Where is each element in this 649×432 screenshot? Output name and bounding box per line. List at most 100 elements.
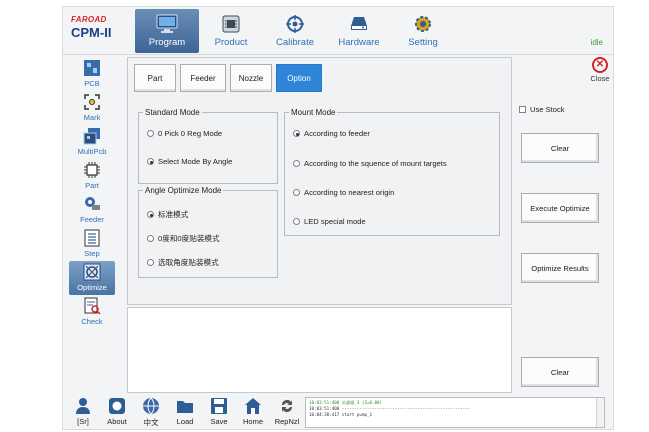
sidebar-item-optimize-label: Optimize — [77, 283, 107, 292]
user-icon — [72, 395, 94, 417]
option-label: According to feeder — [304, 129, 370, 138]
mount-mode-option-led[interactable]: LED special mode — [293, 217, 366, 226]
checkbox[interactable] — [519, 106, 526, 113]
board-icon — [219, 12, 243, 36]
sidebar-item-mark[interactable]: Mark — [69, 91, 115, 125]
angle-mode-option-select-angle[interactable]: 选取角度贴装模式 — [147, 257, 219, 268]
option-label: 标准模式 — [158, 210, 189, 219]
close-label: Close — [590, 74, 610, 83]
monitor-icon — [155, 12, 179, 36]
replace-nozzle-icon — [276, 395, 298, 417]
language-icon — [140, 395, 162, 417]
chip-icon — [81, 159, 103, 181]
nav-setting[interactable]: Setting — [391, 9, 455, 53]
radio-button-selected[interactable] — [293, 130, 300, 137]
radio-button[interactable] — [147, 235, 154, 242]
option-panel: Part Feeder Nozzle Option Standard Mode … — [127, 57, 512, 305]
result-log-area[interactable] — [127, 307, 512, 393]
load-button[interactable]: Load — [169, 395, 201, 428]
about-button[interactable]: About — [101, 395, 133, 428]
option-label: LED special mode — [304, 217, 366, 226]
radio-button[interactable] — [293, 189, 300, 196]
radio-button[interactable] — [147, 130, 154, 137]
sidebar-item-optimize[interactable]: Optimize — [69, 261, 115, 295]
drive-icon — [347, 12, 371, 36]
sidebar-item-feeder-label: Feeder — [80, 215, 104, 224]
radio-button-selected[interactable] — [147, 158, 154, 165]
nav-hardware-label: Hardware — [338, 37, 380, 48]
info-icon — [106, 395, 128, 417]
angle-optimize-mode-title: Angle Optimize Mode — [145, 186, 222, 195]
nav-program[interactable]: Program — [135, 9, 199, 53]
home-button[interactable]: Home — [237, 395, 269, 428]
sidebar-item-check[interactable]: Check — [69, 295, 115, 329]
tab-feeder[interactable]: Feeder — [180, 64, 226, 92]
mount-mode-option-feeder[interactable]: According to feeder — [293, 129, 370, 138]
nav-hardware[interactable]: Hardware — [327, 9, 391, 53]
optimize-results-button[interactable]: Optimize Results — [521, 253, 599, 283]
standard-mode-title: Standard Mode — [145, 108, 200, 117]
sub-tabs: Part Feeder Nozzle Option — [134, 64, 322, 92]
list-icon — [81, 227, 103, 249]
top-nav: Program Product Calibrate Hardware Setti… — [135, 9, 455, 53]
mount-mode-group: Mount Mode According to feeder According… — [284, 108, 500, 236]
option-label: 0度和0度贴装模式 — [158, 234, 220, 243]
mount-mode-option-sequence[interactable]: According to the squence of mount target… — [293, 159, 447, 168]
standard-mode-option-0-pick[interactable]: 0 Pick 0 Reg Mode — [147, 129, 222, 138]
radio-button[interactable] — [293, 218, 300, 225]
tab-nozzle[interactable]: Nozzle — [230, 64, 272, 92]
nav-product[interactable]: Product — [199, 9, 263, 53]
console-scrollbar[interactable] — [596, 398, 604, 427]
about-label: About — [107, 417, 127, 426]
angle-mode-option-zero-degree[interactable]: 0度和0度贴装模式 — [147, 233, 220, 244]
mount-mode-title: Mount Mode — [291, 108, 336, 117]
replace-nozzle-button[interactable]: RepNzl — [271, 395, 303, 428]
brand-logo: FAROAD CPM-II — [63, 7, 121, 51]
sidebar-item-part-label: Part — [85, 181, 99, 190]
home-label: Home — [242, 417, 263, 426]
console-line: 10:04:38:417 start pump_1 — [309, 412, 373, 417]
option-label: Select Mode By Angle — [158, 157, 233, 166]
angle-mode-option-standard[interactable]: 标准模式 — [147, 209, 188, 220]
sidebar-item-feeder[interactable]: Feeder — [69, 193, 115, 227]
load-label: Load — [176, 417, 194, 426]
nav-setting-label: Setting — [408, 37, 438, 48]
radio-button-selected[interactable] — [147, 211, 154, 218]
mount-mode-option-nearest-origin[interactable]: According to nearest origin — [293, 188, 394, 197]
tab-option[interactable]: Option — [276, 64, 322, 92]
clear-button[interactable]: Clear — [521, 133, 599, 163]
tab-part[interactable]: Part — [134, 64, 176, 92]
sidebar-item-step-label: Step — [84, 249, 100, 258]
user-label: [Sr] — [77, 417, 89, 426]
pcb-icon — [81, 57, 103, 79]
nav-calibrate[interactable]: Calibrate — [263, 9, 327, 53]
nav-program-label: Program — [148, 37, 186, 48]
clear-log-button[interactable]: Clear — [521, 357, 599, 387]
sidebar-item-multipcb[interactable]: MultiPcb — [69, 125, 115, 159]
radio-button[interactable] — [293, 160, 300, 167]
sidebar-item-part[interactable]: Part — [69, 159, 115, 193]
app-window: FAROAD CPM-II Program Product Calibrate — [62, 6, 614, 430]
sidebar-item-step[interactable]: Step — [69, 227, 115, 261]
nav-calibrate-label: Calibrate — [275, 37, 315, 48]
multipcb-icon — [81, 125, 103, 147]
execute-optimize-button[interactable]: Execute Optimize — [521, 193, 599, 223]
replace-nozzle-label: RepNzl — [274, 417, 300, 426]
close-button[interactable]: ✕ Close — [588, 57, 612, 83]
radio-button[interactable] — [147, 259, 154, 266]
standard-mode-option-by-angle[interactable]: Select Mode By Angle — [147, 157, 232, 166]
brand-model: CPM-II — [71, 25, 112, 40]
folder-icon — [174, 395, 196, 417]
sidebar-item-mark-label: Mark — [83, 113, 101, 122]
use-stock-checkbox[interactable]: Use Stock — [519, 105, 565, 114]
language-button[interactable]: 中文 — [135, 395, 167, 428]
status-text: idle — [590, 38, 603, 47]
save-button[interactable]: Save — [203, 395, 235, 428]
user-button[interactable]: [Sr] — [67, 395, 99, 428]
sidebar-item-pcb-label: PCB — [84, 79, 100, 88]
sidebar-item-pcb[interactable]: PCB — [69, 57, 115, 91]
console-log[interactable]: 10:03:51:400 头部吸_3 (Z=0.00) 10:03:51:400… — [305, 397, 605, 428]
option-label: 0 Pick 0 Reg Mode — [158, 129, 223, 138]
crosshair-icon — [283, 12, 307, 36]
sidebar-item-multipcb-label: MultiPcb — [77, 147, 107, 156]
